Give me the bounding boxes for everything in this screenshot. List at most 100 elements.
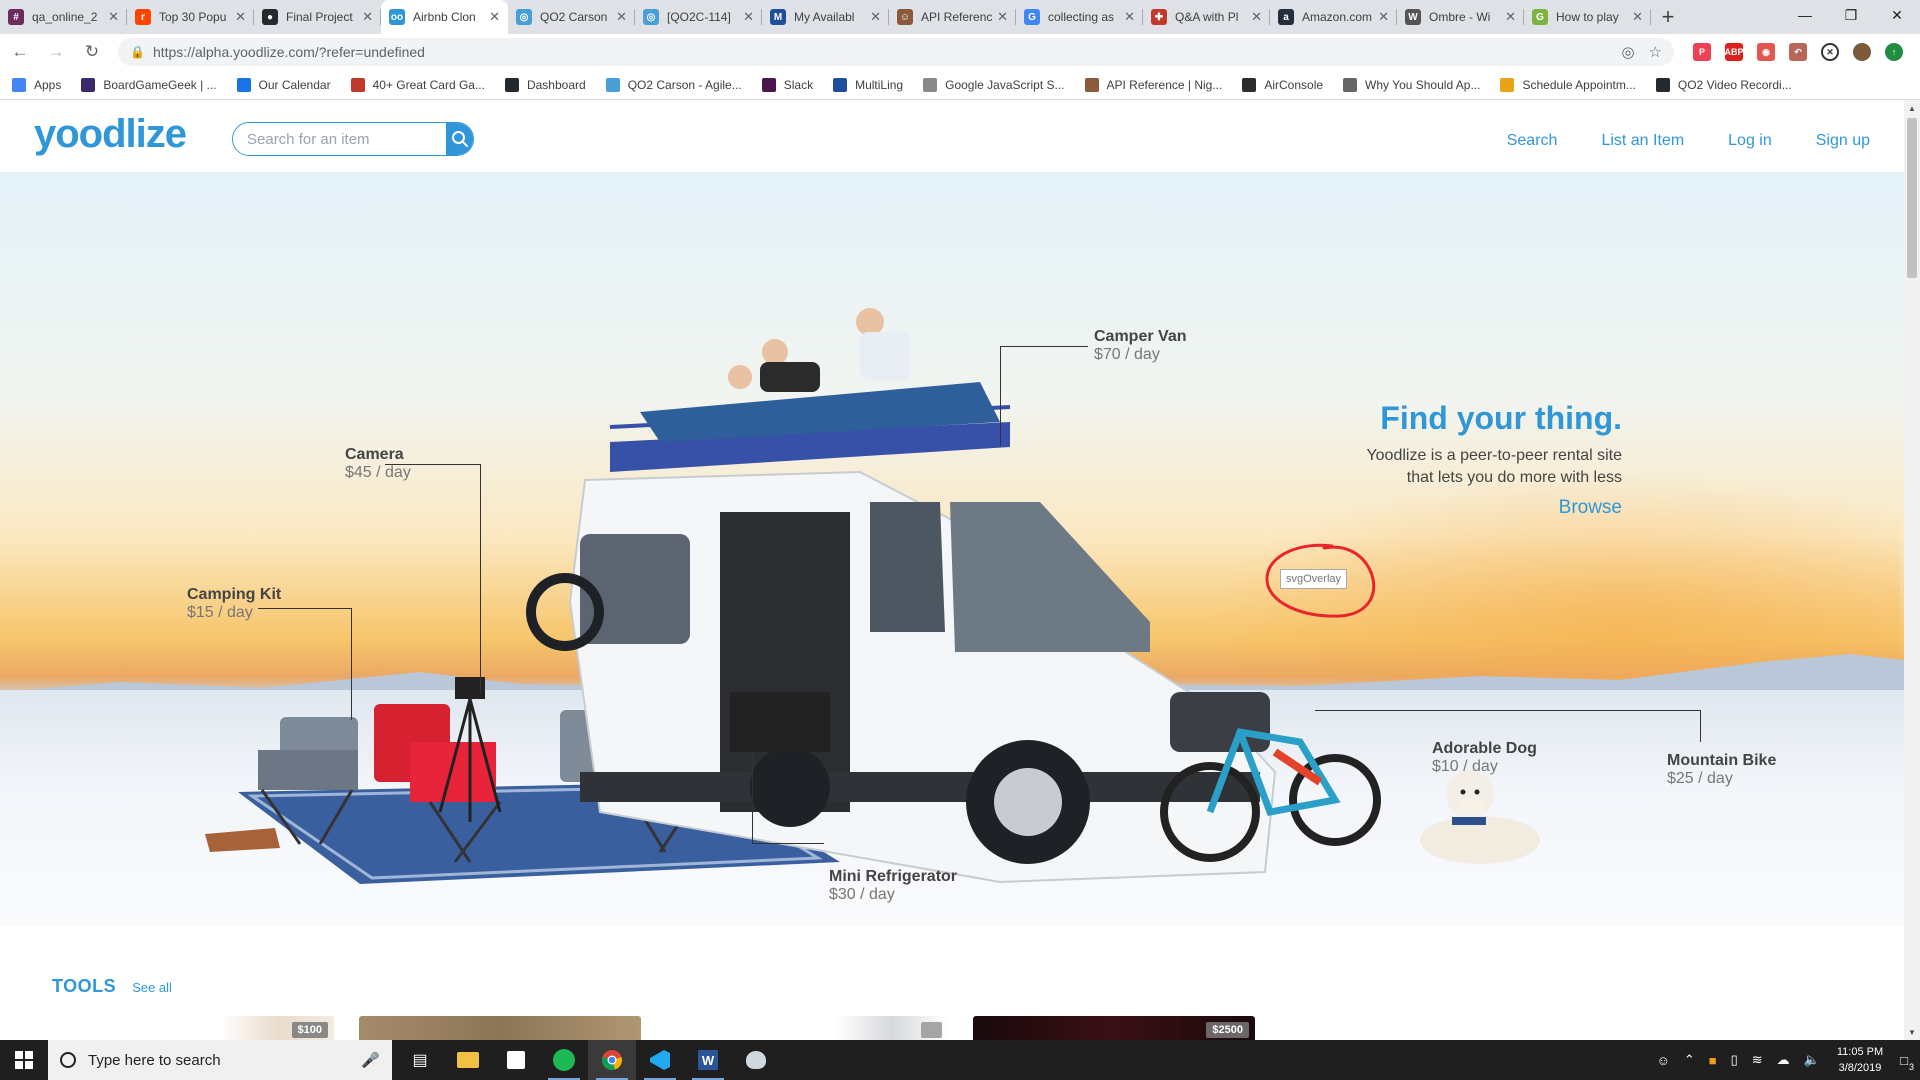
volume-icon[interactable]: 🔈 <box>1804 1052 1820 1068</box>
bookmark-star-icon[interactable]: ☆ <box>1649 43 1662 61</box>
bookmark-item[interactable]: API Reference | Nig... <box>1084 77 1222 92</box>
people-icon[interactable]: ☺ <box>1657 1053 1670 1068</box>
taskbar-clock[interactable]: 11:05 PM 3/8/2019 <box>1837 1044 1883 1076</box>
nav-login-link[interactable]: Log in <box>1728 132 1772 150</box>
close-tab-icon[interactable]: ✕ <box>235 9 246 25</box>
vscode-icon[interactable] <box>636 1040 684 1080</box>
pdf-extension-icon[interactable]: ↶ <box>1789 43 1807 61</box>
close-tab-icon[interactable]: ✕ <box>1505 9 1516 25</box>
task-view-icon[interactable]: ▤ <box>396 1040 444 1080</box>
tray-app-icon[interactable]: ■ <box>1709 1053 1717 1068</box>
wifi-icon[interactable]: ≋ <box>1752 1052 1763 1068</box>
profile-avatar[interactable] <box>1853 43 1871 61</box>
close-tab-icon[interactable]: ✕ <box>108 9 119 25</box>
browser-tab[interactable]: ☺ API Referenc ✕ <box>889 0 1016 34</box>
chrome-icon[interactable] <box>588 1040 636 1080</box>
battery-icon[interactable]: ▯ <box>1731 1052 1738 1068</box>
browser-tab[interactable]: ● Final Project ✕ <box>254 0 381 34</box>
taskbar-search[interactable]: Type here to search 🎤 <box>48 1040 392 1080</box>
callout-camping-kit[interactable]: Camping Kit $15 / day <box>187 586 281 622</box>
tool-card[interactable]: $2500 <box>973 1016 1255 1040</box>
close-tab-icon[interactable]: ✕ <box>1124 9 1135 25</box>
close-tab-icon[interactable]: ✕ <box>616 9 627 25</box>
close-tab-icon[interactable]: ✕ <box>870 9 881 25</box>
callout-mini-refrigerator[interactable]: Mini Refrigerator $30 / day <box>829 868 957 904</box>
scrollbar-thumb[interactable] <box>1907 118 1917 278</box>
nav-list-item-link[interactable]: List an Item <box>1601 132 1684 150</box>
tools-see-all-link[interactable]: See all <box>132 980 172 995</box>
bookmark-item[interactable]: Apps <box>12 77 61 92</box>
callout-camper-van[interactable]: Camper Van $70 / day <box>1094 328 1186 364</box>
scroll-down-icon[interactable]: ▼ <box>1904 1024 1920 1040</box>
callout-adorable-dog[interactable]: Adorable Dog $10 / day <box>1432 740 1537 776</box>
tool-card[interactable] <box>666 1016 948 1040</box>
browser-tab[interactable]: M My Availabl ✕ <box>762 0 889 34</box>
bookmark-item[interactable]: MultiLing <box>833 77 903 92</box>
file-explorer-icon[interactable] <box>444 1040 492 1080</box>
close-tab-icon[interactable]: ✕ <box>743 9 754 25</box>
close-tab-icon[interactable]: ✕ <box>489 9 500 25</box>
close-tab-icon[interactable]: ✕ <box>1378 9 1389 25</box>
address-bar[interactable]: 🔒 https://alpha.yoodlize.com/?refer=unde… <box>118 38 1674 66</box>
restore-icon[interactable]: ❐ <box>1828 0 1874 30</box>
browser-tab[interactable]: Gcollecting as ✕ <box>1016 0 1143 34</box>
search-input[interactable] <box>233 123 446 155</box>
store-icon[interactable] <box>492 1040 540 1080</box>
bookmark-item[interactable]: AirConsole <box>1242 77 1323 92</box>
onedrive-icon[interactable]: ☁ <box>1777 1052 1790 1068</box>
update-icon[interactable]: ↑ <box>1885 43 1903 61</box>
yoodlize-logo[interactable]: yoodlize <box>34 112 187 157</box>
spotify-icon[interactable] <box>540 1040 588 1080</box>
scroll-up-icon[interactable]: ▲ <box>1904 100 1920 116</box>
tool-card[interactable]: $100 <box>52 1016 334 1040</box>
browse-link[interactable]: Browse <box>1559 497 1622 519</box>
page-scrollbar[interactable]: ▲ ▼ <box>1904 100 1920 1040</box>
reload-icon[interactable]: ↻ <box>76 36 108 68</box>
bookmark-item[interactable]: QO2 Video Recordi... <box>1655 77 1792 92</box>
callout-camera[interactable]: Camera $45 / day <box>345 446 411 482</box>
bookmark-item[interactable]: Our Calendar <box>236 77 331 92</box>
nav-signup-link[interactable]: Sign up <box>1816 132 1870 150</box>
close-window-icon[interactable]: ✕ <box>1874 0 1920 30</box>
browser-tab[interactable]: ✚ Q&A with Pl ✕ <box>1143 0 1270 34</box>
close-tab-icon[interactable]: ✕ <box>997 9 1008 25</box>
show-hidden-icons-chevron-icon[interactable]: ⌃ <box>1684 1052 1695 1068</box>
paint-icon[interactable] <box>732 1040 780 1080</box>
bookmark-item[interactable]: Dashboard <box>504 77 586 92</box>
adblock-extension-icon[interactable]: ABP <box>1725 43 1744 61</box>
new-tab-icon[interactable]: + <box>1651 0 1685 34</box>
callout-mountain-bike[interactable]: Mountain Bike $25 / day <box>1667 752 1776 788</box>
bookmark-item[interactable]: 40+ Great Card Ga... <box>350 77 485 92</box>
back-icon[interactable]: ← <box>4 36 36 68</box>
browser-tab[interactable]: ◎ QO2 Carson ✕ <box>508 0 635 34</box>
bookmark-item[interactable]: Google JavaScript S... <box>923 77 1065 92</box>
word-icon[interactable]: W <box>684 1040 732 1080</box>
close-tab-icon[interactable]: ✕ <box>1632 9 1643 25</box>
windows-start-button[interactable] <box>0 1040 48 1080</box>
browser-tab[interactable]: a Amazon.com ✕ <box>1270 0 1397 34</box>
bookmark-item[interactable]: Why You Should Ap... <box>1343 77 1480 92</box>
bookmark-item[interactable]: BoardGameGeek | ... <box>81 77 217 92</box>
bookmark-item[interactable]: Slack <box>761 77 813 92</box>
stop-extension-icon[interactable]: ✕ <box>1821 43 1839 61</box>
privacy-badger-icon[interactable]: ◉ <box>1757 43 1775 61</box>
bookmark-item[interactable]: Schedule Appointm... <box>1500 77 1636 92</box>
close-tab-icon[interactable]: ✕ <box>1251 9 1262 25</box>
forward-icon[interactable]: → <box>40 36 72 68</box>
browser-tab[interactable]: ◎ [QO2C-114] ✕ <box>635 0 762 34</box>
nav-search-link[interactable]: Search <box>1507 132 1558 150</box>
location-icon[interactable]: ◎ <box>1621 43 1634 61</box>
close-tab-icon[interactable]: ✕ <box>362 9 373 25</box>
browser-tab[interactable]: r Top 30 Popu ✕ <box>127 0 254 34</box>
browser-tab[interactable]: W Ombre - Wi ✕ <box>1397 0 1524 34</box>
browser-tab[interactable]: oo Airbnb Clon ✕ <box>381 0 508 34</box>
browser-tab[interactable]: G How to play ✕ <box>1524 0 1651 34</box>
search-button[interactable] <box>446 123 473 155</box>
minimize-icon[interactable]: — <box>1782 0 1828 30</box>
action-center-icon[interactable]: □ 3 <box>1900 1053 1914 1072</box>
microphone-icon[interactable]: 🎤 <box>361 1051 380 1069</box>
bookmark-item[interactable]: QO2 Carson - Agile... <box>605 77 742 92</box>
pocket-extension-icon[interactable]: P <box>1693 43 1711 61</box>
tool-card[interactable] <box>359 1016 641 1040</box>
browser-tab[interactable]: # qa_online_2 ✕ <box>0 0 127 34</box>
